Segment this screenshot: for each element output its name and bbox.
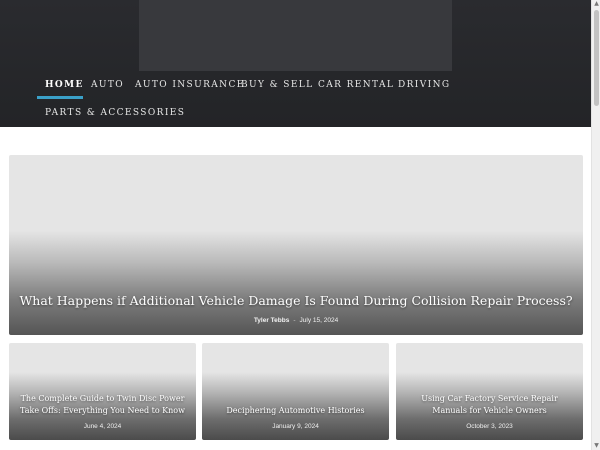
nav-item-home[interactable]: HOME (45, 78, 84, 92)
nav-item-auto-insurance[interactable]: AUTO INSURANCE (135, 78, 245, 92)
featured-post-meta: Tyler Tebbs - July 15, 2024 (9, 317, 583, 324)
post-card-title[interactable]: Deciphering Automotive Histories (210, 405, 381, 417)
page-scrollbar[interactable]: ▲ ▼ (591, 0, 600, 450)
scrollbar-thumb[interactable] (594, 10, 599, 106)
nav-item-driving[interactable]: DRIVING (398, 78, 450, 92)
main-navigation: HOME AUTO AUTO INSURANCE BUY & SELL CAR … (0, 0, 591, 127)
nav-item-buy-sell[interactable]: BUY & SELL (241, 78, 314, 92)
nav-item-parts-accessories[interactable]: PARTS & ACCESSORIES (45, 106, 185, 120)
featured-post-date: July 15, 2024 (299, 317, 339, 324)
scroll-down-arrow-icon[interactable]: ▼ (593, 442, 600, 450)
active-nav-indicator (37, 96, 83, 99)
site-header: HOME AUTO AUTO INSURANCE BUY & SELL CAR … (0, 0, 591, 127)
post-card[interactable]: Deciphering Automotive Histories January… (202, 343, 389, 440)
scroll-up-arrow-icon[interactable]: ▲ (593, 0, 600, 8)
featured-post-author[interactable]: Tyler Tebbs (254, 317, 290, 324)
post-card-date: June 4, 2024 (83, 423, 122, 430)
post-card-date: January 9, 2024 (272, 423, 319, 430)
post-card[interactable]: Using Car Factory Service Repair Manuals… (396, 343, 583, 440)
nav-item-auto[interactable]: AUTO (91, 78, 124, 92)
post-card-title[interactable]: Using Car Factory Service Repair Manuals… (404, 393, 575, 417)
featured-post-title[interactable]: What Happens if Additional Vehicle Damag… (9, 293, 583, 308)
post-card-date: October 3, 2023 (466, 423, 513, 430)
nav-item-car-rental[interactable]: CAR RENTAL (318, 78, 394, 92)
featured-post[interactable]: What Happens if Additional Vehicle Damag… (9, 155, 583, 335)
post-card[interactable]: The Complete Guide to Twin Disc Power Ta… (9, 343, 196, 440)
meta-separator: - (293, 317, 296, 324)
post-card-title[interactable]: The Complete Guide to Twin Disc Power Ta… (17, 393, 188, 417)
